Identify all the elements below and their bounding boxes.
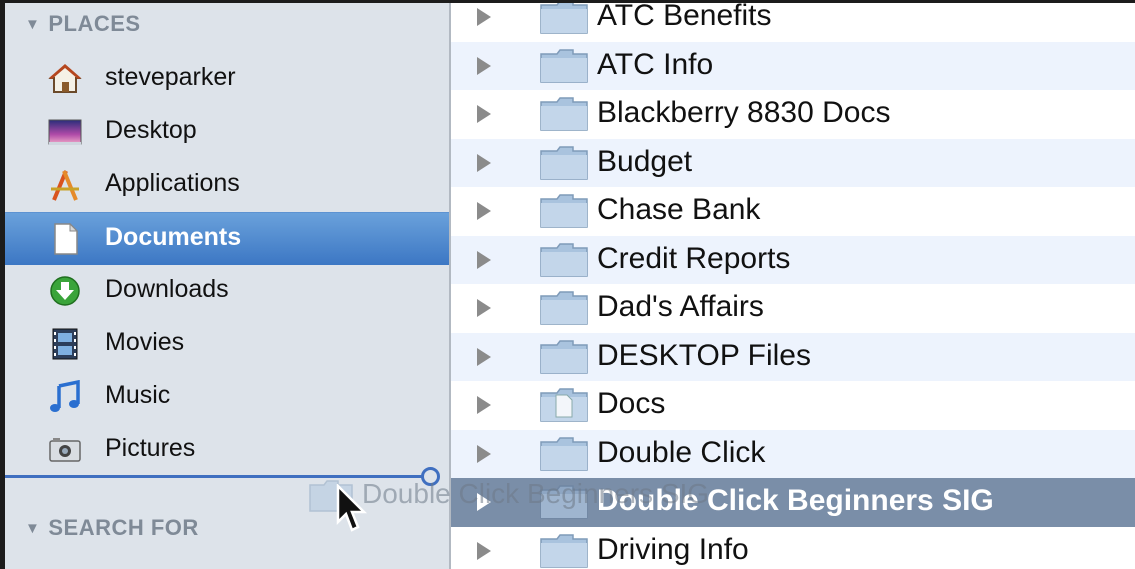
file-name: Blackberry 8830 Docs: [597, 96, 891, 129]
desktop-icon: [48, 119, 82, 145]
drag-ghost-label: Double Click Beginners SIG: [362, 478, 710, 509]
sidebar-item-label: Movies: [105, 328, 185, 356]
file-name: Double Click: [597, 435, 766, 469]
sidebar-item-movies[interactable]: Movies: [5, 318, 449, 370]
file-name: Budget: [597, 144, 693, 178]
disclosure-down-icon[interactable]: ▼: [25, 16, 40, 33]
file-row-desktop-files[interactable]: DESKTOP Files: [451, 332, 1135, 381]
places-header-label: PLACES: [48, 11, 141, 36]
file-row-chase-bank[interactable]: Chase Bank: [451, 187, 1135, 236]
sidebar-item-applications[interactable]: Applications: [5, 159, 449, 211]
folder-icon: [540, 3, 588, 34]
sidebar-item-label: Desktop: [105, 116, 197, 144]
sidebar-item-home[interactable]: steveparker: [5, 53, 449, 105]
disclosure-triangle-icon[interactable]: [477, 541, 491, 560]
file-row-dads-affairs[interactable]: Dad's Affairs: [451, 284, 1135, 333]
file-name: Driving Info: [597, 532, 749, 566]
file-row-double-click[interactable]: Double Click: [451, 429, 1135, 478]
sidebar-item-documents[interactable]: Documents: [5, 212, 449, 265]
file-row-docs[interactable]: Docs: [451, 381, 1135, 430]
folder-icon: [540, 97, 588, 131]
file-name: DESKTOP Files: [597, 338, 811, 372]
disclosure-triangle-icon[interactable]: [477, 56, 491, 75]
folder-icon: [540, 339, 588, 374]
disclosure-triangle-icon[interactable]: [477, 105, 491, 123]
places-header[interactable]: ▼ PLACES: [25, 11, 141, 37]
documents-icon: [54, 222, 79, 255]
disclosure-triangle-icon[interactable]: [477, 202, 491, 220]
folder-icon: [540, 242, 588, 277]
search-for-header[interactable]: ▼ SEARCH FOR: [25, 515, 199, 541]
documents-folder-icon: [540, 388, 588, 422]
file-name: ATC Benefits: [597, 3, 772, 32]
file-name: Docs: [597, 387, 666, 420]
folder-icon: [540, 436, 588, 471]
movies-icon: [52, 328, 78, 360]
pictures-icon: [49, 438, 81, 462]
sidebar-item-label: steveparker: [105, 63, 236, 91]
folder-icon: [540, 533, 588, 568]
file-name: Dad's Affairs: [597, 290, 764, 323]
sidebar-item-label: Music: [105, 381, 171, 409]
sidebar-item-label: Documents: [105, 223, 242, 251]
disclosure-down-icon[interactable]: ▼: [25, 520, 40, 537]
sidebar-item-label: Applications: [105, 169, 240, 197]
sidebar-item-pictures[interactable]: Pictures: [5, 424, 449, 476]
sidebar-item-desktop[interactable]: Desktop: [5, 106, 449, 158]
disclosure-triangle-icon[interactable]: [477, 153, 491, 172]
file-row-driving-info[interactable]: Driving Info: [451, 527, 1135, 569]
folder-icon: [540, 145, 588, 180]
disclosure-triangle-icon[interactable]: [477, 347, 491, 366]
sidebar-item-label: Pictures: [105, 434, 196, 462]
file-row-credit-reports[interactable]: Credit Reports: [451, 235, 1135, 284]
sidebar-item-label: Downloads: [105, 275, 229, 303]
disclosure-triangle-icon[interactable]: [477, 396, 491, 414]
file-name: ATC Info: [597, 47, 714, 81]
home-icon: [48, 64, 82, 93]
search-for-header-label: SEARCH FOR: [48, 515, 199, 540]
folder-icon: [540, 194, 588, 228]
sidebar-item-music[interactable]: Music: [5, 371, 449, 423]
folder-icon: [540, 291, 588, 325]
applications-icon: [51, 170, 79, 201]
disclosure-triangle-icon[interactable]: [477, 250, 491, 269]
file-row-atc-benefits[interactable]: ATC Benefits: [451, 3, 1135, 42]
music-icon: [50, 380, 80, 412]
disclosure-triangle-icon[interactable]: [477, 444, 491, 463]
downloads-icon: [50, 276, 80, 306]
mouse-cursor-icon: [336, 484, 368, 532]
sidebar-item-downloads[interactable]: Downloads: [5, 265, 449, 317]
file-row-budget[interactable]: Budget: [451, 138, 1135, 187]
file-row-atc-info[interactable]: ATC Info: [451, 41, 1135, 90]
file-name: Chase Bank: [597, 193, 761, 226]
disclosure-triangle-icon[interactable]: [477, 299, 491, 317]
file-name: Credit Reports: [597, 241, 791, 275]
disclosure-triangle-icon[interactable]: [477, 8, 491, 26]
file-row-blackberry[interactable]: Blackberry 8830 Docs: [451, 90, 1135, 139]
folder-icon: [540, 48, 588, 83]
